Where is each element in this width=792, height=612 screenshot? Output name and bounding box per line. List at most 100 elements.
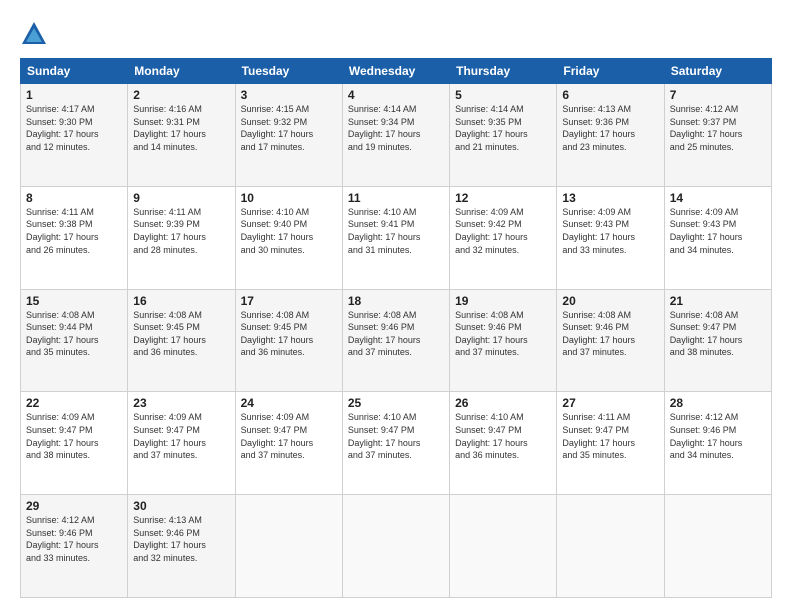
logo-icon bbox=[20, 20, 48, 48]
calendar-cell: 15Sunrise: 4:08 AM Sunset: 9:44 PM Dayli… bbox=[21, 289, 128, 392]
day-number: 23 bbox=[133, 396, 229, 410]
day-info: Sunrise: 4:14 AM Sunset: 9:34 PM Dayligh… bbox=[348, 103, 444, 153]
page: SundayMondayTuesdayWednesdayThursdayFrid… bbox=[0, 0, 792, 612]
calendar-day-header: Friday bbox=[557, 59, 664, 84]
day-info: Sunrise: 4:09 AM Sunset: 9:43 PM Dayligh… bbox=[670, 206, 766, 256]
calendar-cell: 23Sunrise: 4:09 AM Sunset: 9:47 PM Dayli… bbox=[128, 392, 235, 495]
day-number: 15 bbox=[26, 294, 122, 308]
calendar-week-row: 1Sunrise: 4:17 AM Sunset: 9:30 PM Daylig… bbox=[21, 84, 772, 187]
calendar-cell: 26Sunrise: 4:10 AM Sunset: 9:47 PM Dayli… bbox=[450, 392, 557, 495]
day-info: Sunrise: 4:08 AM Sunset: 9:46 PM Dayligh… bbox=[562, 309, 658, 359]
day-number: 11 bbox=[348, 191, 444, 205]
calendar-cell: 25Sunrise: 4:10 AM Sunset: 9:47 PM Dayli… bbox=[342, 392, 449, 495]
day-number: 26 bbox=[455, 396, 551, 410]
day-info: Sunrise: 4:08 AM Sunset: 9:46 PM Dayligh… bbox=[455, 309, 551, 359]
calendar-cell: 4Sunrise: 4:14 AM Sunset: 9:34 PM Daylig… bbox=[342, 84, 449, 187]
day-number: 27 bbox=[562, 396, 658, 410]
day-info: Sunrise: 4:10 AM Sunset: 9:47 PM Dayligh… bbox=[348, 411, 444, 461]
calendar-cell: 28Sunrise: 4:12 AM Sunset: 9:46 PM Dayli… bbox=[664, 392, 771, 495]
day-info: Sunrise: 4:10 AM Sunset: 9:47 PM Dayligh… bbox=[455, 411, 551, 461]
calendar-week-row: 15Sunrise: 4:08 AM Sunset: 9:44 PM Dayli… bbox=[21, 289, 772, 392]
day-info: Sunrise: 4:11 AM Sunset: 9:39 PM Dayligh… bbox=[133, 206, 229, 256]
calendar-cell: 3Sunrise: 4:15 AM Sunset: 9:32 PM Daylig… bbox=[235, 84, 342, 187]
day-info: Sunrise: 4:08 AM Sunset: 9:45 PM Dayligh… bbox=[133, 309, 229, 359]
day-info: Sunrise: 4:08 AM Sunset: 9:47 PM Dayligh… bbox=[670, 309, 766, 359]
calendar-week-row: 8Sunrise: 4:11 AM Sunset: 9:38 PM Daylig… bbox=[21, 186, 772, 289]
calendar-cell: 19Sunrise: 4:08 AM Sunset: 9:46 PM Dayli… bbox=[450, 289, 557, 392]
calendar-cell: 20Sunrise: 4:08 AM Sunset: 9:46 PM Dayli… bbox=[557, 289, 664, 392]
header bbox=[20, 18, 772, 48]
day-info: Sunrise: 4:12 AM Sunset: 9:46 PM Dayligh… bbox=[670, 411, 766, 461]
day-info: Sunrise: 4:14 AM Sunset: 9:35 PM Dayligh… bbox=[455, 103, 551, 153]
calendar-cell bbox=[342, 495, 449, 598]
calendar-cell bbox=[557, 495, 664, 598]
day-info: Sunrise: 4:10 AM Sunset: 9:41 PM Dayligh… bbox=[348, 206, 444, 256]
day-number: 3 bbox=[241, 88, 337, 102]
day-info: Sunrise: 4:09 AM Sunset: 9:43 PM Dayligh… bbox=[562, 206, 658, 256]
calendar-cell: 21Sunrise: 4:08 AM Sunset: 9:47 PM Dayli… bbox=[664, 289, 771, 392]
day-number: 17 bbox=[241, 294, 337, 308]
calendar-day-header: Wednesday bbox=[342, 59, 449, 84]
calendar-cell: 2Sunrise: 4:16 AM Sunset: 9:31 PM Daylig… bbox=[128, 84, 235, 187]
day-number: 22 bbox=[26, 396, 122, 410]
calendar-header-row: SundayMondayTuesdayWednesdayThursdayFrid… bbox=[21, 59, 772, 84]
day-number: 21 bbox=[670, 294, 766, 308]
day-info: Sunrise: 4:11 AM Sunset: 9:47 PM Dayligh… bbox=[562, 411, 658, 461]
calendar-cell: 11Sunrise: 4:10 AM Sunset: 9:41 PM Dayli… bbox=[342, 186, 449, 289]
day-number: 9 bbox=[133, 191, 229, 205]
day-number: 28 bbox=[670, 396, 766, 410]
calendar-cell: 7Sunrise: 4:12 AM Sunset: 9:37 PM Daylig… bbox=[664, 84, 771, 187]
day-info: Sunrise: 4:09 AM Sunset: 9:42 PM Dayligh… bbox=[455, 206, 551, 256]
calendar-week-row: 22Sunrise: 4:09 AM Sunset: 9:47 PM Dayli… bbox=[21, 392, 772, 495]
calendar-day-header: Sunday bbox=[21, 59, 128, 84]
day-info: Sunrise: 4:08 AM Sunset: 9:45 PM Dayligh… bbox=[241, 309, 337, 359]
day-number: 14 bbox=[670, 191, 766, 205]
day-info: Sunrise: 4:09 AM Sunset: 9:47 PM Dayligh… bbox=[241, 411, 337, 461]
day-number: 25 bbox=[348, 396, 444, 410]
day-info: Sunrise: 4:11 AM Sunset: 9:38 PM Dayligh… bbox=[26, 206, 122, 256]
calendar-cell: 22Sunrise: 4:09 AM Sunset: 9:47 PM Dayli… bbox=[21, 392, 128, 495]
calendar-cell: 1Sunrise: 4:17 AM Sunset: 9:30 PM Daylig… bbox=[21, 84, 128, 187]
day-number: 12 bbox=[455, 191, 551, 205]
day-number: 4 bbox=[348, 88, 444, 102]
calendar-cell: 29Sunrise: 4:12 AM Sunset: 9:46 PM Dayli… bbox=[21, 495, 128, 598]
calendar-cell: 16Sunrise: 4:08 AM Sunset: 9:45 PM Dayli… bbox=[128, 289, 235, 392]
day-number: 5 bbox=[455, 88, 551, 102]
calendar-cell: 8Sunrise: 4:11 AM Sunset: 9:38 PM Daylig… bbox=[21, 186, 128, 289]
calendar-cell: 5Sunrise: 4:14 AM Sunset: 9:35 PM Daylig… bbox=[450, 84, 557, 187]
day-info: Sunrise: 4:12 AM Sunset: 9:37 PM Dayligh… bbox=[670, 103, 766, 153]
calendar-cell: 18Sunrise: 4:08 AM Sunset: 9:46 PM Dayli… bbox=[342, 289, 449, 392]
calendar-cell: 10Sunrise: 4:10 AM Sunset: 9:40 PM Dayli… bbox=[235, 186, 342, 289]
day-info: Sunrise: 4:08 AM Sunset: 9:44 PM Dayligh… bbox=[26, 309, 122, 359]
calendar-cell: 6Sunrise: 4:13 AM Sunset: 9:36 PM Daylig… bbox=[557, 84, 664, 187]
day-number: 30 bbox=[133, 499, 229, 513]
day-number: 24 bbox=[241, 396, 337, 410]
calendar-day-header: Thursday bbox=[450, 59, 557, 84]
calendar-cell: 13Sunrise: 4:09 AM Sunset: 9:43 PM Dayli… bbox=[557, 186, 664, 289]
day-info: Sunrise: 4:13 AM Sunset: 9:36 PM Dayligh… bbox=[562, 103, 658, 153]
day-number: 19 bbox=[455, 294, 551, 308]
day-info: Sunrise: 4:09 AM Sunset: 9:47 PM Dayligh… bbox=[26, 411, 122, 461]
calendar-cell: 12Sunrise: 4:09 AM Sunset: 9:42 PM Dayli… bbox=[450, 186, 557, 289]
calendar-cell: 27Sunrise: 4:11 AM Sunset: 9:47 PM Dayli… bbox=[557, 392, 664, 495]
day-info: Sunrise: 4:08 AM Sunset: 9:46 PM Dayligh… bbox=[348, 309, 444, 359]
calendar-cell: 17Sunrise: 4:08 AM Sunset: 9:45 PM Dayli… bbox=[235, 289, 342, 392]
day-number: 29 bbox=[26, 499, 122, 513]
day-number: 20 bbox=[562, 294, 658, 308]
day-info: Sunrise: 4:12 AM Sunset: 9:46 PM Dayligh… bbox=[26, 514, 122, 564]
day-number: 6 bbox=[562, 88, 658, 102]
calendar-cell bbox=[450, 495, 557, 598]
day-info: Sunrise: 4:13 AM Sunset: 9:46 PM Dayligh… bbox=[133, 514, 229, 564]
calendar-cell: 9Sunrise: 4:11 AM Sunset: 9:39 PM Daylig… bbox=[128, 186, 235, 289]
day-info: Sunrise: 4:17 AM Sunset: 9:30 PM Dayligh… bbox=[26, 103, 122, 153]
calendar: SundayMondayTuesdayWednesdayThursdayFrid… bbox=[20, 58, 772, 598]
calendar-cell bbox=[235, 495, 342, 598]
calendar-cell: 30Sunrise: 4:13 AM Sunset: 9:46 PM Dayli… bbox=[128, 495, 235, 598]
calendar-day-header: Tuesday bbox=[235, 59, 342, 84]
day-info: Sunrise: 4:09 AM Sunset: 9:47 PM Dayligh… bbox=[133, 411, 229, 461]
calendar-cell: 24Sunrise: 4:09 AM Sunset: 9:47 PM Dayli… bbox=[235, 392, 342, 495]
calendar-week-row: 29Sunrise: 4:12 AM Sunset: 9:46 PM Dayli… bbox=[21, 495, 772, 598]
logo bbox=[20, 18, 52, 48]
calendar-cell bbox=[664, 495, 771, 598]
day-number: 7 bbox=[670, 88, 766, 102]
